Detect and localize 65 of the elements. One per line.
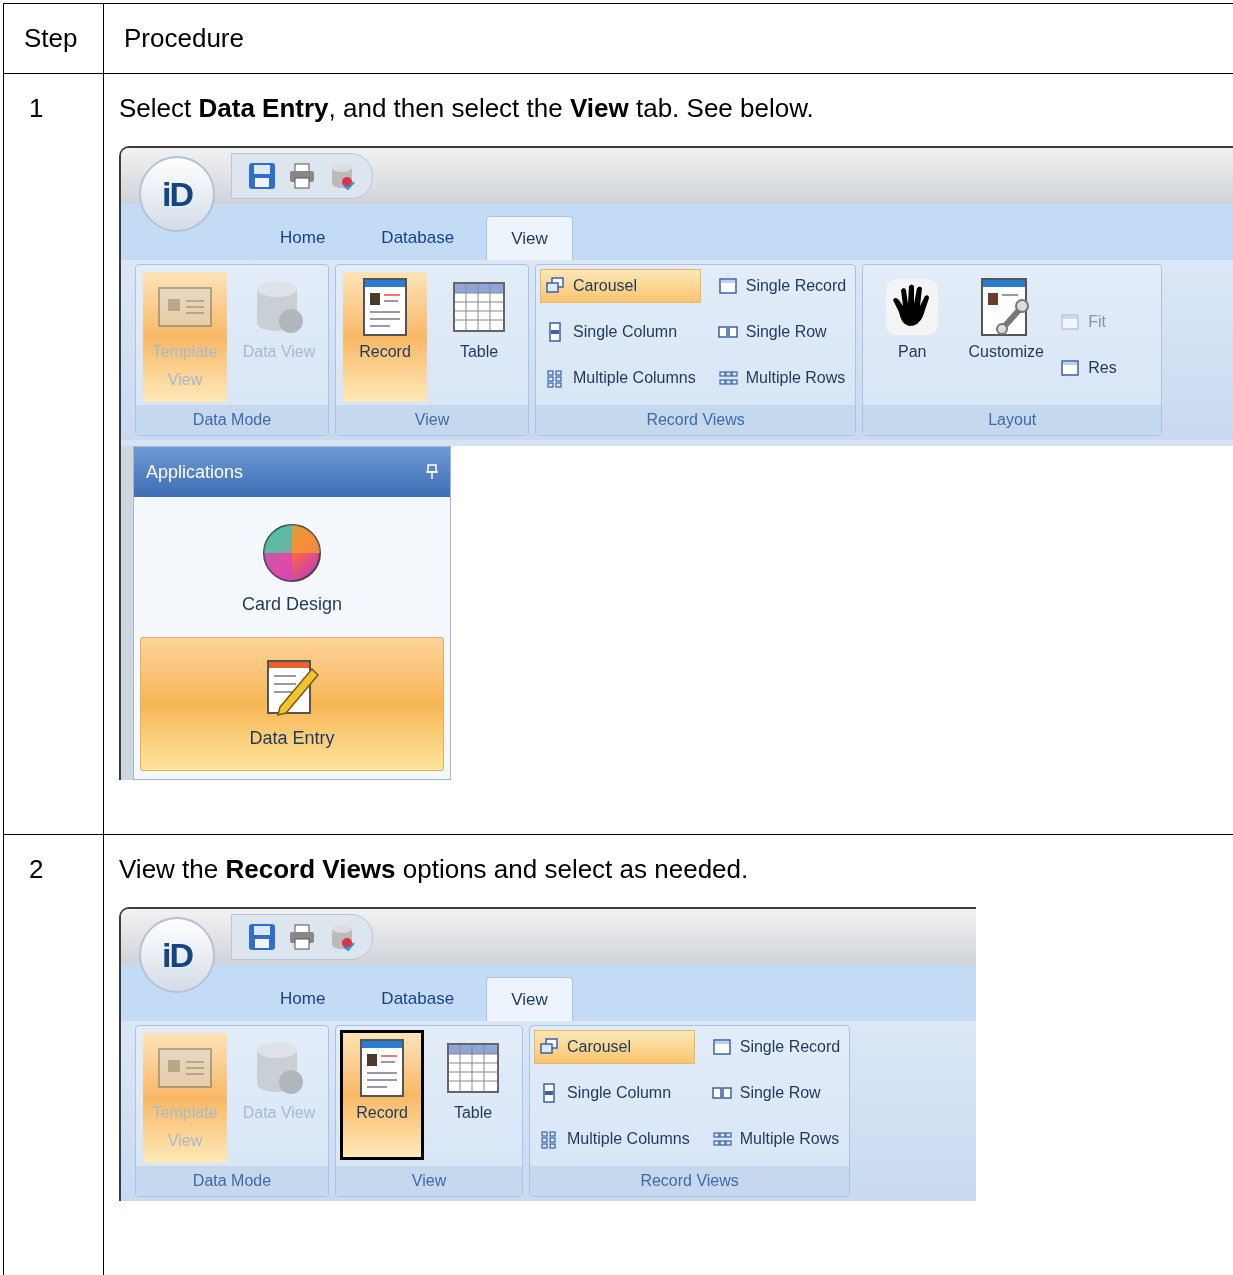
panel-title: Applications [146, 460, 244, 484]
ribbon-option[interactable]: Carousel [534, 1030, 695, 1064]
step-number: 1 [3, 73, 104, 835]
grid-icon [717, 368, 738, 388]
window-icon [717, 276, 738, 296]
stacked-windows-icon [539, 1037, 559, 1057]
pin-icon[interactable] [426, 464, 438, 480]
ribbon-option[interactable]: Multiple Columns [534, 1122, 695, 1156]
ribbon-tab[interactable]: Home [256, 977, 350, 1021]
ribbon-option[interactable]: Multiple Columns [540, 361, 701, 395]
grid-icon [711, 1129, 732, 1149]
ribbon-tab[interactable]: Database [357, 977, 479, 1021]
application-item[interactable]: Card Design [140, 503, 444, 637]
save-icon[interactable] [248, 162, 276, 190]
ribbon-option[interactable]: Multiple Rows [706, 1122, 846, 1156]
table-icon [453, 282, 505, 332]
group-label: View [336, 405, 528, 435]
ribbon-button[interactable]: Table [431, 1033, 515, 1163]
hand-icon [885, 278, 940, 336]
ribbon-option[interactable]: Single Record [712, 269, 852, 303]
ribbon-tab[interactable]: Database [357, 216, 479, 260]
ribbon-option[interactable]: Multiple Rows [712, 361, 852, 395]
step-number: 2 [3, 834, 104, 1275]
ribbon-option[interactable]: Single Column [534, 1076, 695, 1110]
grid-icon [539, 1129, 559, 1149]
instruction-text: Select Data Entry, and then select the View tab. See below. [119, 92, 815, 125]
group-label: Record Views [530, 1166, 850, 1196]
stacked-windows-icon [545, 276, 565, 296]
ribbon-button[interactable]: Table [437, 272, 521, 402]
ribbon-option[interactable]: Res [1055, 351, 1122, 385]
column-header: Step [3, 3, 104, 74]
group-label: Data Mode [136, 405, 328, 435]
group-label: Record Views [536, 405, 856, 435]
ribbon-option[interactable]: Single Row [706, 1076, 846, 1110]
instruction-text: View the Record Views options and select as needed. [119, 853, 750, 886]
group-label: View [336, 1166, 522, 1196]
color-wheel-icon [262, 522, 322, 583]
application-item[interactable]: Data Entry [140, 637, 444, 771]
group-label: Data Mode [136, 1166, 328, 1196]
save-icon[interactable] [248, 923, 276, 951]
document-icon [363, 278, 407, 336]
table-icon [447, 1043, 499, 1093]
id-card-icon [158, 287, 212, 327]
document-icon [360, 1039, 404, 1097]
ribbon-tab[interactable]: View [486, 977, 573, 1021]
id-card-icon [158, 1048, 212, 1088]
ribbon-button[interactable]: Record [340, 1030, 424, 1160]
ribbon-tab[interactable]: View [486, 216, 573, 260]
ribbon-button[interactable]: Pan [870, 272, 955, 402]
grid-icon [545, 368, 565, 388]
ribbon-button[interactable]: Customize [964, 272, 1049, 402]
ribbon-option[interactable]: Single Record [706, 1030, 846, 1064]
ribbon-button[interactable]: Record [343, 272, 427, 402]
window-icon [1060, 358, 1081, 378]
table-icon [1060, 312, 1081, 332]
window-icon [711, 1037, 732, 1057]
document-wrench-icon [981, 278, 1032, 336]
ribbon-option[interactable]: Carousel [540, 269, 701, 303]
ribbon-option[interactable]: Single Row [712, 315, 852, 349]
column-header: Procedure [103, 3, 1233, 74]
ribbon-tab[interactable]: Home [256, 216, 350, 260]
printer-icon[interactable] [288, 162, 316, 190]
printer-icon[interactable] [288, 923, 316, 951]
group-label: Layout [863, 405, 1162, 435]
ribbon-option[interactable]: Single Column [540, 315, 701, 349]
